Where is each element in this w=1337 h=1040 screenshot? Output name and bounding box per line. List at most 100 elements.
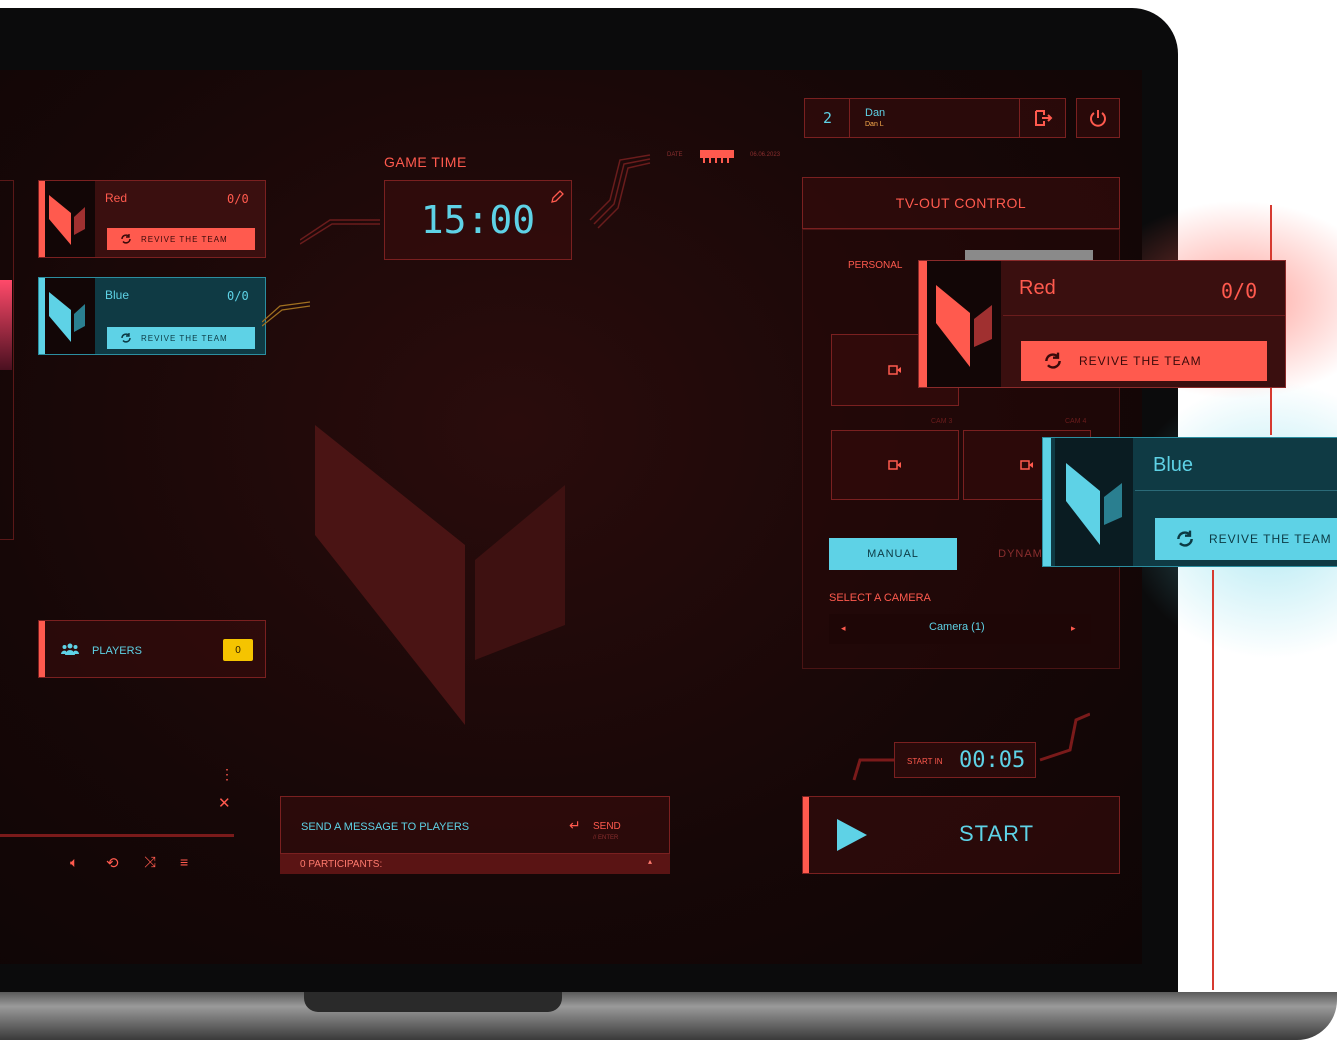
user-subname: Dan L xyxy=(865,121,884,128)
refresh-icon xyxy=(1045,352,1061,369)
divider xyxy=(849,99,850,137)
circuit-decoration-icon xyxy=(300,219,380,245)
camera-select-value: Camera (1) xyxy=(929,621,985,633)
camera-select[interactable]: ◂ Camera (1) ▸ xyxy=(829,614,1091,644)
team-logo xyxy=(1055,438,1133,566)
user-bar: 2 Dan Dan L xyxy=(804,98,1066,138)
team-logo xyxy=(927,261,1001,387)
mode-manual-button[interactable]: MANUAL xyxy=(829,538,957,570)
team-logo xyxy=(39,181,95,257)
camera-icon xyxy=(888,460,901,470)
enter-icon: ↵ xyxy=(569,817,581,833)
close-icon[interactable]: ✕ xyxy=(218,794,231,812)
team-name: Blue xyxy=(1153,454,1194,476)
players-count-badge: 0 xyxy=(223,639,253,661)
cam-label: CAM 4 xyxy=(1065,418,1087,425)
team-name: Red xyxy=(105,191,128,205)
popup-team-red[interactable]: Red 0/0 REVIVE THE TEAM xyxy=(918,260,1286,388)
camera-icon xyxy=(888,365,901,375)
start-button[interactable]: START xyxy=(802,796,1120,874)
power-icon xyxy=(1090,110,1106,127)
circuit-decoration-icon xyxy=(589,154,651,229)
revive-team-button[interactable]: REVIVE THE TEAM xyxy=(107,327,255,349)
start-label: START xyxy=(959,821,1035,846)
camera-tile[interactable] xyxy=(831,430,959,500)
more-icon[interactable]: ⋮ xyxy=(220,766,234,783)
laptop-base xyxy=(0,992,1337,1040)
date-label: DATE xyxy=(667,152,683,158)
volume-icon[interactable]: 🔈︎ xyxy=(70,854,78,871)
players-panel[interactable]: PLAYERS 0 xyxy=(38,620,266,678)
team-card-blue[interactable]: Blue 0/0 REVIVE THE TEAM xyxy=(38,277,266,355)
message-panel[interactable]: SEND A MESSAGE TO PLAYERS ↵ SEND // ENTE… xyxy=(280,796,670,854)
game-time-value: 15:00 xyxy=(420,198,536,242)
user-count: 2 xyxy=(823,109,833,127)
edit-icon[interactable] xyxy=(549,189,565,205)
accent-bar xyxy=(39,278,45,354)
team-score: 0/0 xyxy=(227,289,249,303)
team-name: Red xyxy=(1019,277,1056,299)
cam-label: CAM 3 xyxy=(931,418,953,425)
chip-icon xyxy=(700,150,734,163)
tv-out-header: TV-OUT CONTROL xyxy=(802,177,1120,229)
accent-bar xyxy=(39,621,45,677)
logout-icon xyxy=(1034,110,1052,126)
team-name: Blue xyxy=(105,288,130,302)
refresh-icon xyxy=(1177,530,1193,547)
repeat-icon[interactable]: ⟲ xyxy=(106,854,119,872)
refresh-icon xyxy=(121,234,131,244)
chevron-up-icon[interactable]: ▴ xyxy=(648,857,652,866)
date-value: 06.06.2023 xyxy=(750,152,781,158)
revive-label: REVIVE THE TEAM xyxy=(141,234,228,244)
revive-label: REVIVE THE TEAM xyxy=(1079,354,1202,368)
team-logo xyxy=(39,278,95,354)
game-time-panel[interactable]: 15:00 xyxy=(384,180,572,260)
accent-bar xyxy=(1043,438,1051,566)
accent-bar xyxy=(39,181,45,257)
personal-label: PERSONAL xyxy=(848,260,903,271)
refresh-icon xyxy=(121,333,131,343)
revive-team-button[interactable]: REVIVE THE TEAM xyxy=(1021,341,1267,381)
revive-label: REVIVE THE TEAM xyxy=(141,333,228,343)
team-score: 0/0 xyxy=(227,192,249,206)
send-hint: // ENTER xyxy=(593,835,619,841)
revive-team-button[interactable]: REVIVE THE TEAM xyxy=(1155,518,1337,560)
camera-icon xyxy=(1020,460,1033,470)
power-button[interactable] xyxy=(1076,98,1120,138)
next-arrow-icon[interactable]: ▸ xyxy=(1071,623,1076,634)
popup-team-blue[interactable]: Blue REVIVE THE TEAM xyxy=(1042,437,1337,567)
divider xyxy=(1003,315,1285,316)
shuffle-icon[interactable]: ⤨ xyxy=(144,854,156,871)
laptop-notch xyxy=(304,992,562,1012)
accent-bar xyxy=(919,261,927,387)
red-guide-line-2 xyxy=(1212,570,1214,990)
progress-track[interactable] xyxy=(0,834,234,837)
message-label: SEND A MESSAGE TO PLAYERS xyxy=(301,821,470,833)
preview-bar xyxy=(965,250,1093,260)
team-logo-icon xyxy=(49,292,85,342)
divider xyxy=(1135,490,1337,491)
circuit-decoration-icon xyxy=(262,301,310,327)
team-logo-icon xyxy=(49,195,85,245)
tv-out-title: TV-OUT CONTROL xyxy=(895,195,1027,211)
team-score: 0/0 xyxy=(1221,279,1258,303)
left-edge-thumb xyxy=(0,280,12,370)
logo-watermark-icon xyxy=(315,425,565,725)
prev-arrow-icon[interactable]: ◂ xyxy=(841,623,846,634)
game-time-label: GAME TIME xyxy=(384,154,467,170)
circuit-decoration-icon xyxy=(852,712,1090,781)
user-name: Dan xyxy=(865,107,886,119)
send-button[interactable]: SEND xyxy=(593,821,621,832)
queue-icon[interactable]: ≡ xyxy=(180,854,188,870)
play-icon xyxy=(837,819,867,851)
participants-label: 0 PARTICIPANTS: xyxy=(300,859,383,870)
accent-bar xyxy=(803,797,809,873)
team-logo-icon xyxy=(1066,463,1122,545)
participants-bar[interactable]: 0 PARTICIPANTS: ▴ xyxy=(280,854,670,874)
app-screen: Red 0/0 REVIVE THE TEAM Blue 0/0 REVIVE … xyxy=(0,70,1142,964)
select-camera-label: SELECT A CAMERA xyxy=(829,592,931,604)
team-card-red[interactable]: Red 0/0 REVIVE THE TEAM xyxy=(38,180,266,258)
revive-team-button[interactable]: REVIVE THE TEAM xyxy=(107,228,255,250)
revive-label: REVIVE THE TEAM xyxy=(1209,532,1332,546)
logout-button[interactable] xyxy=(1019,99,1065,137)
